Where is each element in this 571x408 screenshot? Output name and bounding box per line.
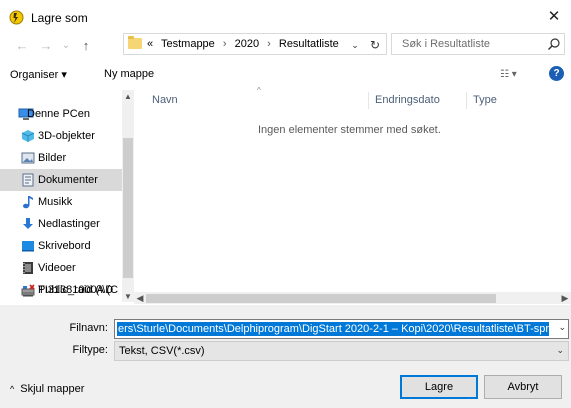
filename-value[interactable]: ers\Sturle\Documents\Delphiprogram\DigSt… — [117, 322, 549, 336]
chevron-down-icon: ⌄ — [61, 39, 71, 51]
column-header-name[interactable]: Navn — [152, 94, 178, 106]
file-list-scrollbar-thumb[interactable] — [146, 294, 496, 303]
app-icon — [9, 10, 24, 25]
sidebar-item-videos[interactable]: Videoer — [0, 257, 122, 279]
music-icon — [21, 195, 35, 209]
sidebar-item-label: Musikk — [38, 196, 73, 208]
empty-message: Ingen elementer stemmer med søket. — [258, 124, 441, 136]
pictures-icon — [21, 151, 35, 165]
filetype-label: Filtype: — [72, 344, 108, 356]
search-icon[interactable] — [547, 37, 561, 51]
breadcrumb-overflow[interactable]: « — [147, 38, 153, 50]
filetype-value: Tekst, CSV(*.csv) — [119, 345, 205, 357]
arrow-left-icon: ← — [15, 37, 29, 53]
column-header-type[interactable]: Type — [473, 94, 497, 106]
sidebar-item-label: Bilder — [38, 152, 67, 164]
breadcrumb: « Testmappe › 2020 › Resultatliste — [147, 38, 344, 50]
close-icon: ✕ — [547, 8, 561, 25]
breadcrumb-item[interactable]: 2020 — [235, 38, 259, 50]
video-icon — [21, 261, 35, 275]
filename-label: Filnavn: — [69, 322, 108, 334]
desktop-icon — [21, 239, 35, 253]
network-drive-icon — [21, 283, 35, 297]
sidebar-item-network-drive[interactable]: Public_raid (\\D — [0, 279, 122, 301]
close-button[interactable]: ✕ — [540, 4, 568, 28]
help-icon: ? — [553, 68, 560, 79]
sidebar-item-pictures[interactable]: Bilder — [0, 147, 122, 169]
column-divider[interactable] — [466, 92, 467, 109]
documents-icon — [21, 173, 35, 187]
breadcrumb-item[interactable]: Resultatliste — [279, 38, 339, 50]
refresh-icon: ↻ — [369, 38, 381, 52]
breadcrumb-separator[interactable]: › — [223, 38, 227, 50]
scroll-left-icon[interactable]: ◀ — [134, 292, 146, 304]
sidebar-item-label: Public_raid (\\D — [38, 284, 114, 296]
save-button[interactable]: Lagre — [400, 375, 478, 399]
sidebar-scrollbar-thumb[interactable] — [123, 138, 133, 278]
hide-folders-label: Skjul mapper — [20, 383, 85, 395]
download-icon — [21, 217, 35, 231]
sidebar-item-label: Nedlastinger — [38, 218, 100, 230]
sidebar-item-desktop[interactable]: Skrivebord — [0, 235, 122, 257]
address-dropdown-button[interactable]: ⌄ — [348, 37, 362, 53]
sidebar-item-3d-objects[interactable]: 3D-objekter — [0, 125, 122, 147]
address-bar[interactable]: « Testmappe › 2020 › Resultatliste ⌄ ↻ — [123, 33, 387, 55]
back-button[interactable]: ← — [14, 37, 30, 53]
search-input[interactable] — [392, 34, 542, 54]
scroll-right-icon[interactable]: ▶ — [559, 292, 571, 304]
help-button[interactable]: ? — [549, 66, 564, 81]
up-button[interactable]: ↑ — [78, 37, 94, 53]
sort-up-icon: ^ — [257, 86, 261, 95]
view-icon: ☷ ▾ — [500, 68, 517, 80]
forward-button[interactable]: → — [38, 37, 54, 53]
organize-button[interactable]: Organiser ▾ — [10, 68, 67, 81]
window-title: Lagre som — [31, 11, 88, 25]
recent-locations-button[interactable]: ⌄ — [58, 37, 74, 53]
breadcrumb-item[interactable]: Testmappe — [161, 38, 215, 50]
filetype-select[interactable]: Tekst, CSV(*.csv) ⌄ — [114, 341, 569, 361]
sidebar-item-label: 3D-objekter — [38, 130, 95, 142]
arrow-up-icon: ↑ — [82, 37, 90, 53]
sidebar-item-this-pc[interactable]: Denne PCen — [0, 103, 122, 125]
sidebar-item-label: Skrivebord — [38, 240, 91, 252]
sidebar-item-downloads[interactable]: Nedlastinger — [0, 213, 122, 235]
refresh-button[interactable]: ↻ — [367, 37, 383, 53]
cube-icon — [21, 129, 35, 143]
sidebar-item-label: Dokumenter — [38, 174, 98, 186]
search-box — [391, 33, 565, 55]
chevron-up-icon: ^ — [10, 384, 15, 394]
sidebar-item-label: Videoer — [38, 262, 76, 274]
view-options-button[interactable]: ☷ ▾ — [500, 66, 526, 82]
filename-field[interactable]: ers\Sturle\Documents\Delphiprogram\DigSt… — [114, 319, 569, 339]
new-folder-button[interactable]: Ny mappe — [104, 68, 154, 80]
chevron-down-icon: ⌄ — [351, 39, 359, 50]
cancel-button[interactable]: Avbryt — [484, 375, 562, 399]
arrow-right-icon: → — [39, 37, 53, 53]
sidebar-item-documents[interactable]: Dokumenter — [0, 169, 122, 191]
sidebar-item-music[interactable]: Musikk — [0, 191, 122, 213]
column-header-date[interactable]: Endringsdato — [375, 94, 440, 106]
hide-folders-toggle[interactable]: ^ Skjul mapper — [10, 383, 84, 395]
navigation-pane: Denne PCen 3D-objekter Bilder Dokumenter… — [0, 90, 134, 302]
column-divider[interactable] — [368, 92, 369, 109]
sidebar-item-label: Denne PCen — [27, 108, 90, 120]
folder-icon — [128, 36, 142, 49]
breadcrumb-separator[interactable]: › — [267, 38, 271, 50]
scroll-up-icon[interactable]: ▲ — [122, 90, 134, 102]
scroll-down-icon[interactable]: ▼ — [122, 290, 134, 302]
chevron-down-icon[interactable]: ⌄ — [558, 322, 566, 333]
chevron-down-icon: ⌄ — [556, 345, 564, 355]
